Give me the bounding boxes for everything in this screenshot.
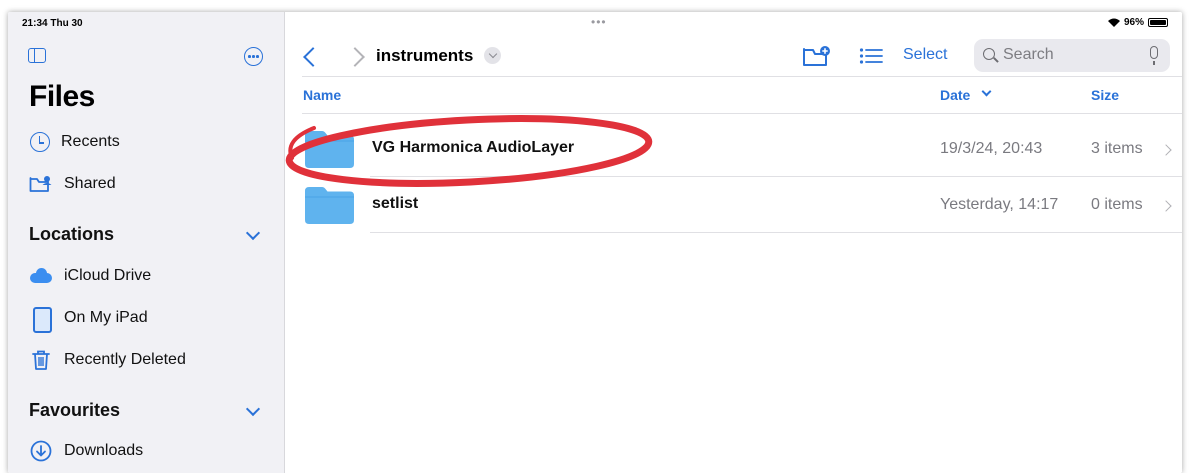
battery-icon <box>1148 18 1168 27</box>
file-name: VG Harmonica AudioLayer <box>372 139 575 156</box>
sidebar: 21:34 Thu 30 Files Recents Shared Locati… <box>8 12 285 473</box>
sidebar-item-shared[interactable]: Shared <box>29 170 116 198</box>
sidebar-item-label: iCloud Drive <box>64 267 152 284</box>
chevron-down-icon[interactable] <box>245 225 261 241</box>
divider <box>302 113 1182 114</box>
ipad-icon <box>29 306 53 333</box>
list-view-icon[interactable] <box>859 47 883 70</box>
sidebar-toggle-icon[interactable] <box>28 48 46 63</box>
table-row[interactable]: setlist Yesterday, 14:17 0 items <box>286 177 1182 233</box>
shared-folder-icon <box>29 172 53 196</box>
search-icon <box>983 48 995 60</box>
file-date: Yesterday, 14:17 <box>940 196 1059 213</box>
status-indicators: 96% <box>1107 17 1168 28</box>
chevron-down-icon[interactable] <box>981 86 992 97</box>
divider <box>302 76 1182 77</box>
file-date: 19/3/24, 20:43 <box>940 140 1043 157</box>
forward-button[interactable] <box>345 47 365 67</box>
folder-icon <box>305 187 354 224</box>
select-button[interactable]: Select <box>903 46 947 64</box>
search-placeholder: Search <box>1003 46 1054 63</box>
divider <box>370 232 1182 233</box>
file-size: 0 items <box>1091 196 1143 213</box>
sidebar-item-label: Downloads <box>64 442 144 459</box>
section-title-locations[interactable]: Locations <box>29 224 114 245</box>
chevron-right-icon <box>1160 200 1172 212</box>
icloud-icon <box>29 264 53 288</box>
sidebar-item-on-my-ipad[interactable]: On My iPad <box>29 304 148 333</box>
folder-title[interactable]: instruments <box>376 46 473 66</box>
files-app-window: 21:34 Thu 30 Files Recents Shared Locati… <box>8 12 1182 473</box>
status-time: 21:34 Thu 30 <box>22 18 83 29</box>
sidebar-item-label: Shared <box>64 175 116 192</box>
sidebar-item-recents[interactable]: Recents <box>29 128 120 156</box>
wifi-icon <box>1107 18 1120 27</box>
chevron-right-icon <box>1160 144 1172 156</box>
microphone-icon[interactable] <box>1150 46 1158 65</box>
battery-percent: 96% <box>1123 17 1144 28</box>
file-size: 3 items <box>1091 140 1143 157</box>
more-options-icon[interactable] <box>244 47 263 66</box>
sidebar-item-label: Recently Deleted <box>64 351 186 368</box>
sidebar-item-label: On My iPad <box>64 309 148 326</box>
column-header-date[interactable]: Date <box>940 87 970 103</box>
chevron-down-icon[interactable] <box>484 47 501 64</box>
sidebar-item-label: Recents <box>61 133 120 150</box>
folder-icon <box>305 131 354 168</box>
main-content: ••• 96% instruments Select Search Name D… <box>285 12 1182 473</box>
sidebar-item-downloads[interactable]: Downloads <box>29 437 143 465</box>
search-input[interactable]: Search <box>974 39 1170 72</box>
sidebar-item-recently-deleted[interactable]: Recently Deleted <box>29 346 186 374</box>
back-button[interactable] <box>303 47 323 67</box>
file-name: setlist <box>372 195 419 212</box>
page-title: Files <box>29 80 95 113</box>
download-icon <box>29 439 53 463</box>
sidebar-item-icloud-drive[interactable]: iCloud Drive <box>29 262 151 290</box>
multitask-dots[interactable]: ••• <box>591 15 607 29</box>
column-header-size[interactable]: Size <box>1091 87 1119 103</box>
chevron-down-icon[interactable] <box>245 401 261 417</box>
section-title-favourites[interactable]: Favourites <box>29 400 120 421</box>
table-row[interactable]: VG Harmonica AudioLayer 19/3/24, 20:43 3… <box>286 121 1182 177</box>
new-folder-icon[interactable] <box>802 45 832 72</box>
column-header-name[interactable]: Name <box>303 87 341 103</box>
trash-icon <box>29 348 53 372</box>
clock-icon <box>30 132 50 152</box>
